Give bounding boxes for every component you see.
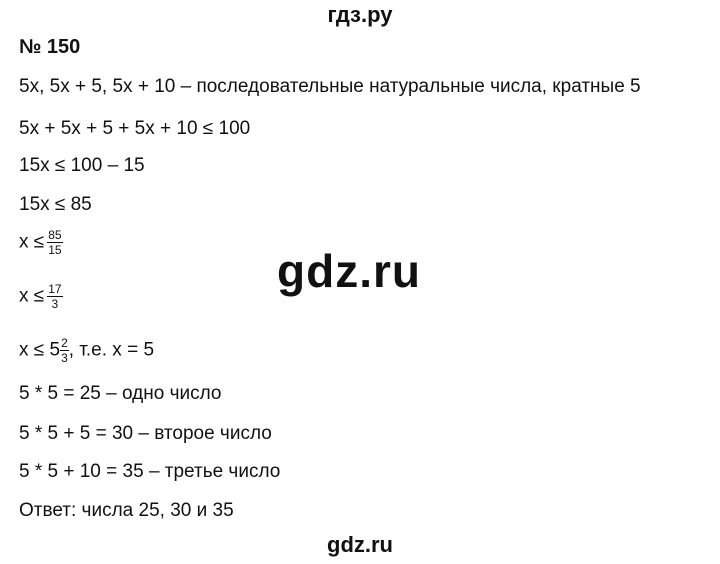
fraction-denominator: 3 (61, 351, 68, 365)
answer-line: Ответ: числа 25, 30 и 35 (19, 500, 234, 521)
watermark-center: gdz.ru (277, 245, 421, 297)
solution-line-10: 5 * 5 + 10 = 35 – третье число (19, 461, 281, 482)
solution-line-7: x ≤ 523, т.е. x = 5 (19, 336, 154, 365)
solution-line-3: 15x ≤ 100 – 15 (19, 155, 145, 176)
watermark-footer: gdz.ru (327, 532, 393, 557)
solution-line-4: 15x ≤ 85 (19, 194, 92, 215)
fraction-numerator: 17 (47, 282, 63, 297)
inequality-prefix: x ≤ (19, 231, 45, 253)
fraction-denominator: 15 (48, 243, 62, 257)
fraction-numerator: 85 (47, 228, 63, 243)
inequality-prefix: x ≤ 5 (19, 339, 61, 361)
inequality-prefix: x ≤ (19, 285, 45, 307)
fraction: 23 (60, 336, 69, 365)
fraction-numerator: 2 (60, 336, 69, 351)
problem-number: № 150 (19, 36, 81, 58)
fraction: 17 3 (47, 282, 63, 311)
fraction-denominator: 3 (51, 297, 59, 311)
solution-line-1: 5x, 5x + 5, 5x + 10 – последовательные н… (19, 76, 641, 97)
solution-line-8: 5 * 5 = 25 – одно число (19, 383, 222, 404)
fraction: 85 15 (47, 228, 63, 257)
inequality-suffix: , т.е. x = 5 (68, 339, 155, 361)
site-header-title: гдз.ру (327, 2, 393, 27)
solution-line-2: 5x + 5x + 5 + 5x + 10 ≤ 100 (19, 118, 251, 139)
solution-line-6: x ≤17 3 (19, 282, 63, 311)
solution-line-5: x ≤85 15 (19, 228, 63, 257)
solution-line-9: 5 * 5 + 5 = 30 – второе число (19, 423, 272, 444)
